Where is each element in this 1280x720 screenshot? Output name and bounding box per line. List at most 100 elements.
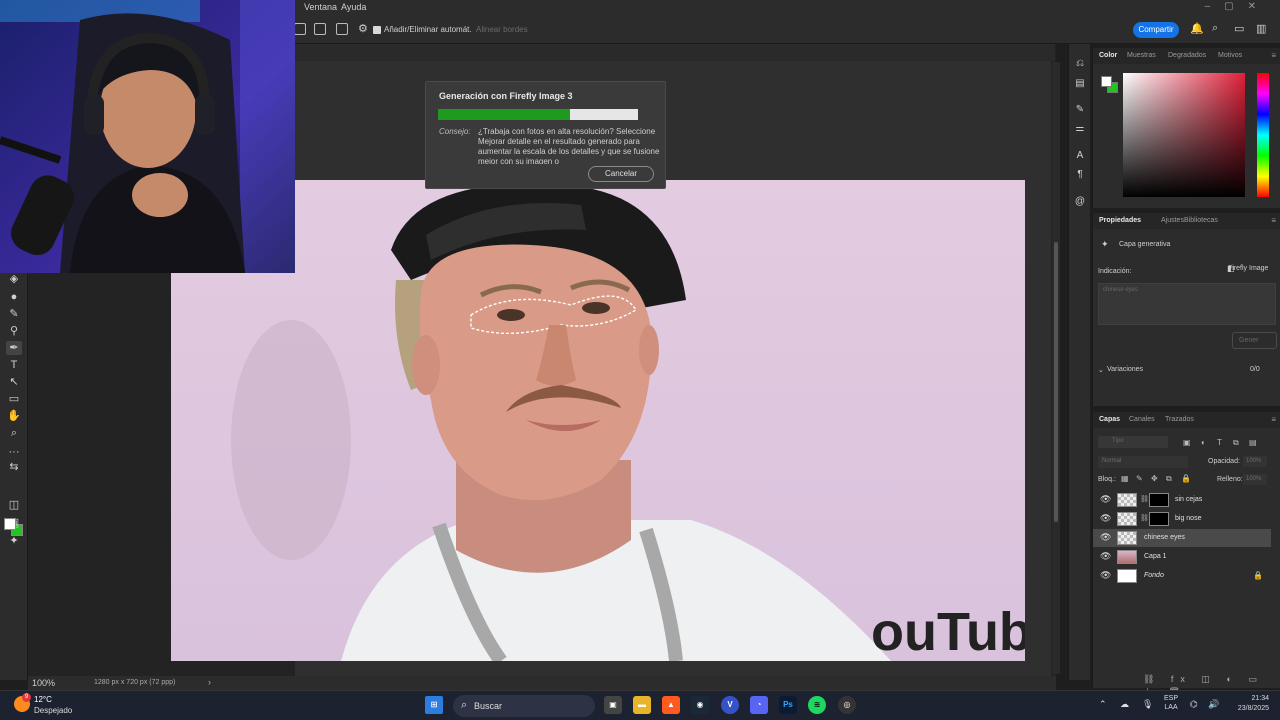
visibility-eye-icon[interactable]: 👁 bbox=[1100, 532, 1111, 543]
zoom-level[interactable]: 100% bbox=[32, 678, 55, 688]
menu-ventana[interactable]: Ventana bbox=[304, 2, 337, 12]
status-menu-arrow-icon[interactable]: › bbox=[208, 677, 211, 687]
tab-layers[interactable]: Capas bbox=[1099, 416, 1120, 423]
pen-mode-icon[interactable] bbox=[294, 23, 306, 35]
weather-description[interactable]: Despejado bbox=[34, 706, 72, 715]
vertical-scrollbar[interactable] bbox=[1052, 62, 1060, 674]
layer-mask-thumbnail[interactable] bbox=[1149, 493, 1169, 507]
hand-tool-icon[interactable]: ✋ bbox=[6, 409, 22, 423]
adjustments-icon[interactable]: ⚌ bbox=[1073, 123, 1087, 134]
chevron-down-icon[interactable]: ⌄ bbox=[1098, 366, 1104, 374]
bell-icon[interactable]: 🔔 bbox=[1190, 22, 1204, 35]
tab-adjustments[interactable]: Ajustes bbox=[1161, 217, 1184, 224]
document-canvas[interactable]: ouTube Or bbox=[171, 180, 1025, 661]
spotify-icon[interactable]: ≋ bbox=[808, 696, 826, 714]
panel-menu-icon[interactable]: ≡ bbox=[1271, 216, 1276, 225]
tab-gradients[interactable]: Degradados bbox=[1168, 52, 1206, 59]
layer-row-sin-cejas[interactable]: 👁 ⛓ sin cejas bbox=[1093, 491, 1271, 509]
panel-foreground-swatch[interactable] bbox=[1101, 76, 1112, 87]
tab-libraries[interactable]: Bibliotecas bbox=[1184, 217, 1218, 224]
history-icon[interactable]: ⎌ bbox=[1073, 58, 1087, 69]
layer-mask-thumbnail[interactable] bbox=[1149, 512, 1169, 526]
taskbar-clock[interactable]: 21:34 23/8/2025 bbox=[1229, 694, 1269, 714]
cancel-button[interactable]: Cancelar bbox=[588, 166, 654, 182]
lock-all-icon[interactable]: 🔒 bbox=[1181, 474, 1191, 483]
lock-artboard-icon[interactable]: ⧉ bbox=[1166, 474, 1172, 484]
vpn-app-icon[interactable]: V bbox=[721, 696, 739, 714]
blur-tool-icon[interactable]: ● bbox=[6, 290, 22, 304]
tab-channels[interactable]: Canales bbox=[1129, 416, 1155, 423]
path-select-tool-icon[interactable]: ↖ bbox=[6, 375, 22, 389]
paragraph-icon[interactable]: ¶ bbox=[1073, 169, 1087, 180]
layer-row-fondo[interactable]: 👁 Fondo 🔒 bbox=[1093, 567, 1271, 585]
chrome-icon[interactable]: ◎ bbox=[838, 696, 856, 714]
pen-tool-icon[interactable]: ✒ bbox=[6, 341, 22, 355]
filter-shape-icon[interactable]: ⧉ bbox=[1233, 438, 1239, 448]
gear-icon[interactable]: ⚙ bbox=[358, 22, 368, 35]
layer-row-big-nose[interactable]: 👁 ⛓ big nose bbox=[1093, 510, 1271, 528]
mask-link-icon[interactable]: ⛓ bbox=[1140, 495, 1149, 503]
lock-transparency-icon[interactable]: ▦ bbox=[1121, 474, 1129, 483]
workspace-icon[interactable]: ▭ bbox=[1234, 22, 1244, 35]
type-tool-icon[interactable]: T bbox=[6, 358, 22, 372]
paint-bucket-tool-icon[interactable]: ◈ bbox=[6, 272, 22, 286]
swap-colors-icon[interactable]: ⇆ bbox=[6, 460, 22, 474]
tab-paths[interactable]: Trazados bbox=[1165, 416, 1194, 423]
visibility-eye-icon[interactable]: 👁 bbox=[1100, 570, 1111, 581]
task-view-icon[interactable]: ▣ bbox=[604, 696, 622, 714]
steam-icon[interactable]: ◉ bbox=[691, 696, 709, 714]
path-arrangement-icon[interactable] bbox=[336, 23, 348, 35]
color-picker-field[interactable] bbox=[1123, 73, 1245, 197]
microphone-icon[interactable]: 🎙 bbox=[1142, 699, 1153, 710]
tab-patterns[interactable]: Motivos bbox=[1218, 52, 1242, 59]
zoom-tool-icon[interactable]: ⌕ bbox=[6, 426, 22, 440]
blend-mode-select[interactable]: Normal bbox=[1098, 456, 1188, 468]
fill-input[interactable]: 100% bbox=[1243, 474, 1267, 485]
visibility-eye-icon[interactable]: 👁 bbox=[1100, 494, 1111, 505]
filter-adjustment-icon[interactable]: ◐ bbox=[1201, 438, 1206, 447]
auto-add-remove-checkbox[interactable] bbox=[373, 26, 381, 34]
search-icon[interactable]: ⌕ bbox=[1212, 22, 1218, 35]
mask-link-icon[interactable]: ⛓ bbox=[1140, 514, 1149, 522]
panel-menu-icon[interactable]: ≡ bbox=[1271, 51, 1276, 60]
visibility-eye-icon[interactable]: 👁 bbox=[1100, 551, 1111, 562]
smudge-tool-icon[interactable]: ⚲ bbox=[6, 324, 22, 338]
generate-button[interactable]: Gener bbox=[1232, 332, 1277, 349]
visibility-eye-icon[interactable]: 👁 bbox=[1100, 513, 1111, 524]
discord-icon[interactable]: ◔ bbox=[750, 696, 768, 714]
filter-smart-icon[interactable]: ▤ bbox=[1249, 438, 1257, 447]
generative-tool-icon[interactable]: ✦ bbox=[6, 534, 22, 548]
file-explorer-icon[interactable]: ▬ bbox=[633, 696, 651, 714]
foreground-color-swatch[interactable] bbox=[4, 518, 16, 530]
input-language[interactable]: ESP LAA bbox=[1164, 694, 1178, 712]
opacity-input[interactable]: 100% bbox=[1243, 456, 1267, 467]
tab-color[interactable]: Color bbox=[1099, 52, 1117, 59]
align-edges-label[interactable]: Alinear bordes bbox=[476, 25, 528, 34]
filter-type-icon[interactable]: T bbox=[1217, 438, 1222, 447]
weather-temperature[interactable]: 12°C bbox=[34, 695, 52, 704]
network-icon[interactable]: ⌬ bbox=[1190, 699, 1198, 710]
rectangle-tool-icon[interactable]: ▭ bbox=[6, 392, 22, 406]
share-button[interactable]: Compartir bbox=[1133, 22, 1179, 38]
glyphs-icon[interactable]: @ bbox=[1073, 196, 1087, 207]
layer-filter-input[interactable]: Tipo bbox=[1098, 436, 1168, 448]
panel-menu-icon[interactable]: ≡ bbox=[1271, 415, 1276, 424]
tray-app-icon[interactable]: ☁ bbox=[1120, 699, 1129, 710]
vertical-scroll-thumb[interactable] bbox=[1054, 242, 1058, 522]
window-controls[interactable]: –▢✕ bbox=[1205, 1, 1270, 12]
comments-icon[interactable]: ▤ bbox=[1073, 78, 1087, 89]
brave-browser-icon[interactable]: ▲ bbox=[662, 696, 680, 714]
prompt-input[interactable]: chinese eyes bbox=[1098, 283, 1276, 325]
dodge-tool-icon[interactable]: ✎ bbox=[6, 307, 22, 321]
windows-start-icon[interactable]: ⊞ bbox=[425, 696, 443, 714]
model-selector[interactable]: Firefly Image bbox=[1228, 265, 1268, 272]
lock-pixels-icon[interactable]: ✎ bbox=[1136, 474, 1143, 483]
filter-pixel-icon[interactable]: ▣ bbox=[1183, 438, 1191, 447]
photoshop-icon[interactable]: Ps bbox=[779, 696, 797, 714]
quick-mask-icon[interactable]: ◫ bbox=[6, 498, 22, 512]
character-icon[interactable]: A bbox=[1073, 150, 1087, 161]
tab-properties[interactable]: Propiedades bbox=[1099, 217, 1141, 224]
layer-row-chinese-eyes[interactable]: 👁 chinese eyes bbox=[1093, 529, 1271, 547]
lock-position-icon[interactable]: ✥ bbox=[1151, 474, 1158, 483]
more-tools-icon[interactable]: ··· bbox=[6, 445, 22, 459]
